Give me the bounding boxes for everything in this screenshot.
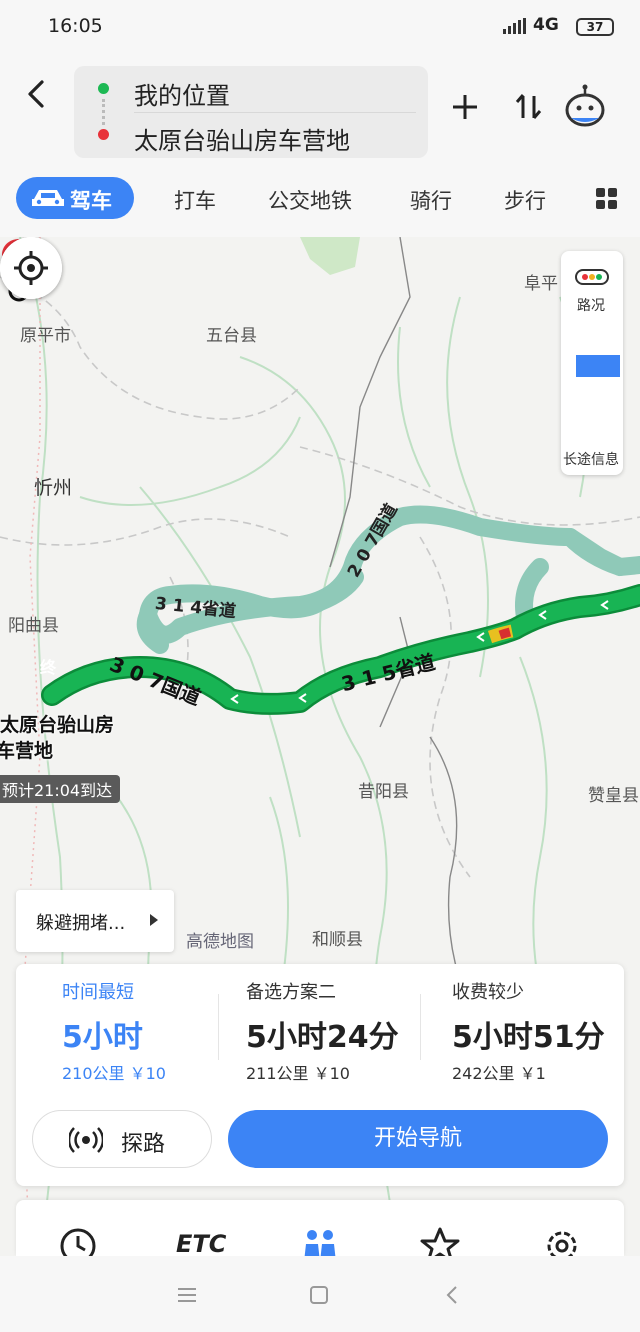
network-type: 4G [533, 15, 559, 35]
home-icon[interactable] [304, 1280, 334, 1310]
origin-field[interactable]: 我的位置 [134, 76, 230, 111]
clock-icon[interactable] [56, 1226, 100, 1256]
route-header: 我的位置 太原台骀山房车营地 驾车 打车 公交地铁 骑行 步行 [0, 52, 640, 237]
star-icon[interactable] [418, 1226, 462, 1256]
route-input-box: 我的位置 太原台骀山房车营地 [74, 66, 428, 158]
tab-taxi[interactable]: 打车 [174, 185, 216, 215]
route-connector [102, 99, 105, 125]
destination-field[interactable]: 太原台骀山房车营地 [134, 121, 350, 156]
map-city: 阜平 [524, 274, 558, 294]
traffic-panel: 路况 长途信息 [561, 251, 623, 475]
map-city: 赞皇县 [588, 786, 639, 806]
menu-icon[interactable] [172, 1280, 202, 1310]
bottom-toolbar: ETC [16, 1200, 624, 1256]
end-badge: 终 [40, 658, 57, 677]
panel-indicator [576, 355, 620, 377]
scout-route-button[interactable]: 探路 [32, 1110, 212, 1168]
plan-divider [420, 994, 421, 1060]
map-city: 和顺县 [312, 930, 363, 950]
eta-bubble: 预计21:04到达 [0, 775, 121, 803]
add-icon[interactable] [448, 90, 482, 124]
destination-label-line1: 太原台骀山房 [0, 714, 115, 736]
radar-icon [69, 1127, 103, 1153]
plan-divider [218, 994, 219, 1060]
avoid-congestion-button[interactable]: 躲避拥堵... [16, 890, 174, 952]
map-city: 忻州 [34, 477, 73, 499]
etc-label[interactable]: ETC [176, 1230, 226, 1256]
assistant-bot-icon[interactable] [563, 84, 607, 128]
plan-duration: 5小时24分 [246, 1020, 399, 1055]
route-divider [134, 112, 416, 113]
tab-cycling[interactable]: 骑行 [410, 185, 452, 215]
back-icon[interactable] [20, 74, 52, 114]
grid-icon[interactable] [596, 188, 618, 210]
plan-tag: 备选方案二 [246, 982, 336, 1003]
tab-drive[interactable]: 驾车 [16, 177, 134, 219]
destination-label: 太原台骀山房 车营地 [0, 712, 114, 764]
plan-duration: 5小时 [62, 1020, 143, 1055]
tab-drive-label: 驾车 [70, 189, 112, 213]
origin-dot-icon [98, 83, 109, 94]
system-navigation-bar [0, 1256, 640, 1332]
destination-label-line2: 车营地 [0, 740, 54, 762]
plan-tag: 收费较少 [452, 982, 524, 1003]
plan-meta: 211公里 ￥10 [246, 1064, 350, 1083]
route-plans-card: 时间最短 5小时 210公里 ￥10 备选方案二 5小时24分 211公里 ￥1… [16, 964, 624, 1186]
plan-duration: 5小时51分 [452, 1020, 605, 1055]
traffic-toggle-label[interactable]: 路况 [577, 295, 605, 315]
status-time: 16:05 [48, 15, 103, 37]
avoid-congestion-label: 躲避拥堵... [36, 913, 126, 934]
tab-walking[interactable]: 步行 [504, 185, 546, 215]
play-arrow-icon [150, 914, 158, 926]
start-navigation-button[interactable]: 开始导航 [228, 1110, 608, 1168]
locate-icon[interactable] [0, 237, 62, 299]
plan-tag: 时间最短 [62, 982, 134, 1003]
destination-dot-icon [98, 129, 109, 140]
scout-label: 探路 [121, 1132, 166, 1157]
battery-icon: 37 [576, 18, 614, 36]
map-city: 五台县 [206, 326, 257, 346]
tab-transit[interactable]: 公交地铁 [268, 185, 352, 215]
travel-mode-tabs: 驾车 打车 公交地铁 骑行 步行 [0, 174, 640, 224]
settings-icon[interactable] [540, 1226, 584, 1256]
map-city: 原平市 [20, 326, 71, 346]
signal-icon [503, 18, 527, 34]
plan-meta: 210公里 ￥10 [62, 1064, 166, 1083]
map-city: 阳曲县 [8, 616, 59, 636]
long-route-info-label[interactable]: 长途信息 [563, 449, 619, 469]
map-watermark: 高德地图 [186, 932, 254, 952]
traffic-light-icon[interactable] [575, 269, 609, 285]
plan-meta: 242公里 ￥1 [452, 1064, 546, 1083]
car-icon [32, 190, 64, 206]
status-bar: 16:05 4G 37 [0, 0, 640, 52]
people-icon[interactable] [298, 1226, 342, 1256]
swap-icon[interactable] [512, 90, 546, 124]
map-city: 昔阳县 [358, 782, 409, 802]
back-nav-icon[interactable] [438, 1280, 468, 1310]
